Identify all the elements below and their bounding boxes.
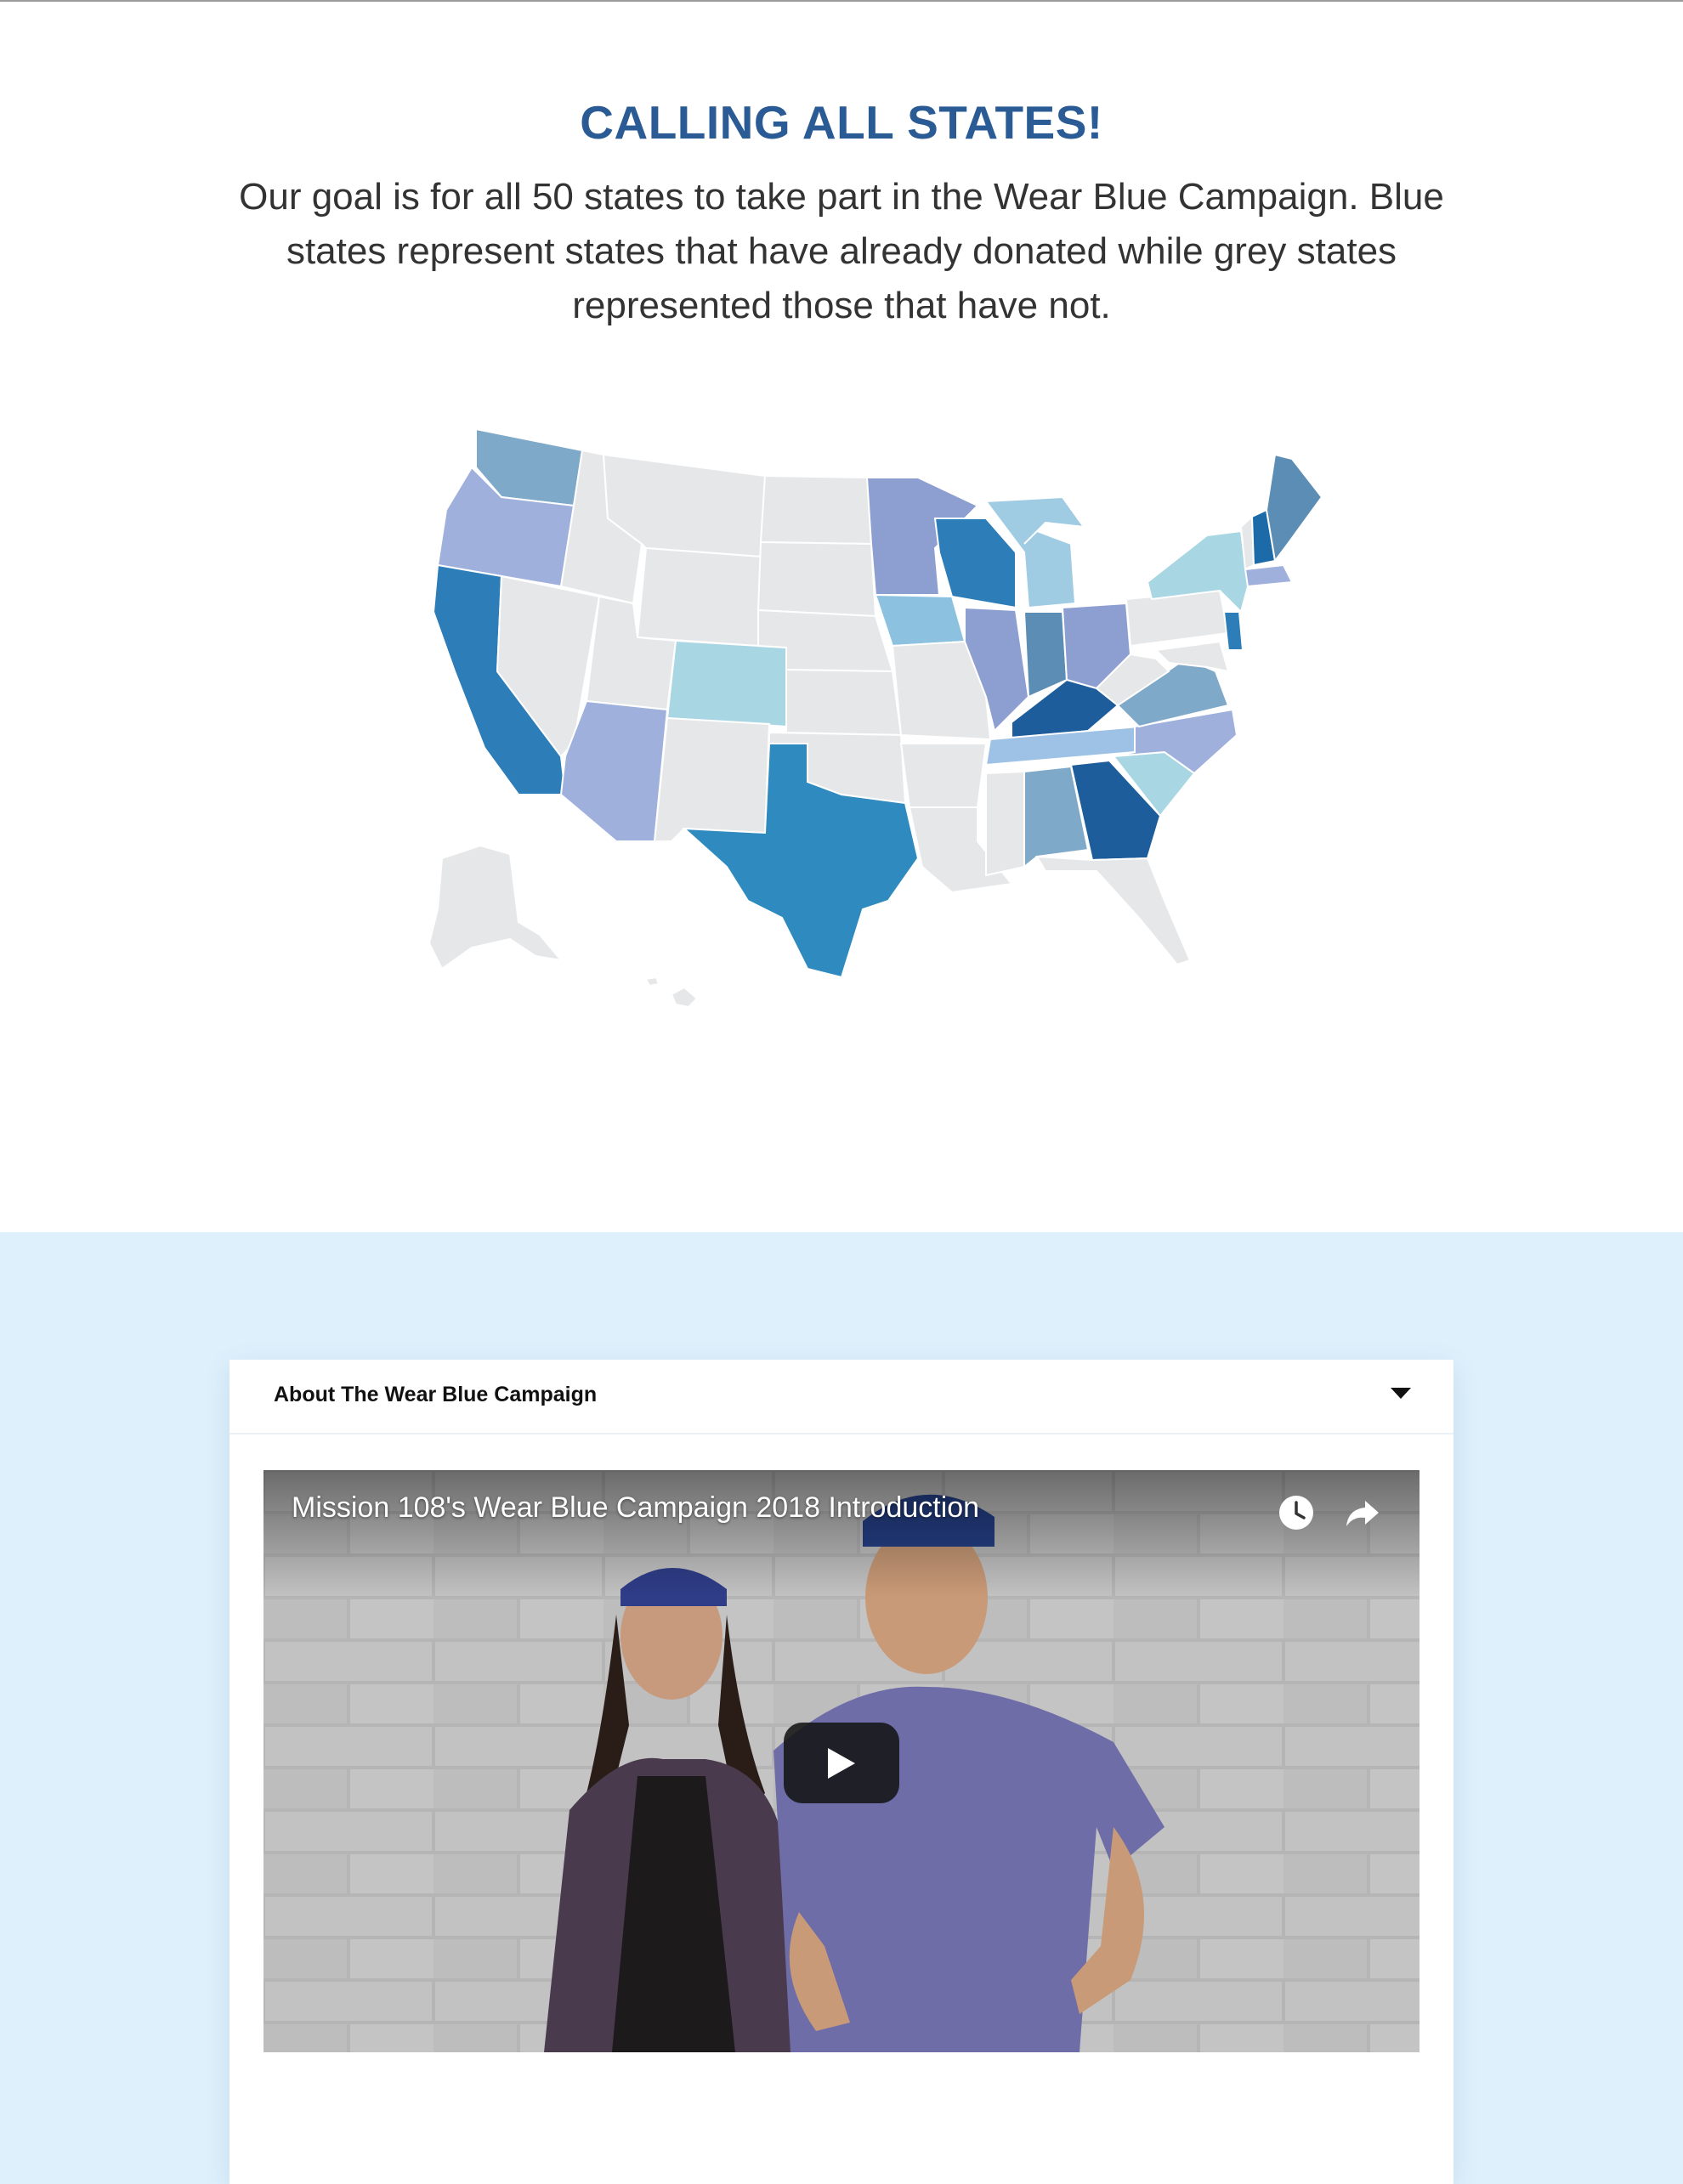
caret-down-icon[interactable] [1391, 1388, 1411, 1399]
state-hawaii-islet [644, 976, 660, 987]
state-new-mexico[interactable] [653, 716, 771, 842]
state-iowa[interactable] [874, 593, 966, 648]
state-hawaii[interactable] [670, 986, 699, 1009]
state-north-dakota[interactable] [759, 474, 873, 546]
state-alaska[interactable] [428, 844, 564, 970]
video-player[interactable]: Mission 108's Wear Blue Campaign 2018 In… [264, 1470, 1420, 2052]
us-states-map [391, 416, 1334, 1011]
state-colorado[interactable] [666, 639, 787, 728]
clock-icon[interactable] [1278, 1494, 1315, 1531]
state-pennsylvania[interactable] [1125, 589, 1230, 648]
top-divider [0, 0, 1683, 2]
accordion-title: About The Wear Blue Campaign [274, 1383, 598, 1406]
play-button[interactable] [784, 1723, 899, 1803]
state-mississippi[interactable] [985, 770, 1025, 877]
video-title[interactable]: Mission 108's Wear Blue Campaign 2018 In… [292, 1491, 979, 1525]
state-new-jersey[interactable] [1222, 611, 1244, 651]
state-wisconsin[interactable] [933, 518, 1017, 609]
state-kansas[interactable] [785, 668, 903, 737]
state-arkansas[interactable] [899, 743, 988, 808]
state-massachusetts[interactable] [1244, 563, 1294, 588]
about-accordion: About The Wear Blue Campaign Mission 108… [230, 1360, 1454, 2184]
state-south-dakota[interactable] [756, 540, 877, 618]
share-icon[interactable] [1343, 1494, 1380, 1531]
play-icon [828, 1748, 855, 1779]
page-heading: CALLING ALL STATES! [580, 96, 1103, 149]
video-title-overlay [264, 1470, 1420, 1598]
state-wyoming[interactable] [636, 546, 762, 648]
accordion-header[interactable]: About The Wear Blue Campaign [230, 1360, 1454, 1434]
intro-text: Our goal is for all 50 states to take pa… [239, 176, 1444, 326]
state-florida[interactable] [1035, 855, 1192, 966]
map-svg [428, 427, 1323, 1009]
state-maine[interactable] [1265, 453, 1323, 563]
